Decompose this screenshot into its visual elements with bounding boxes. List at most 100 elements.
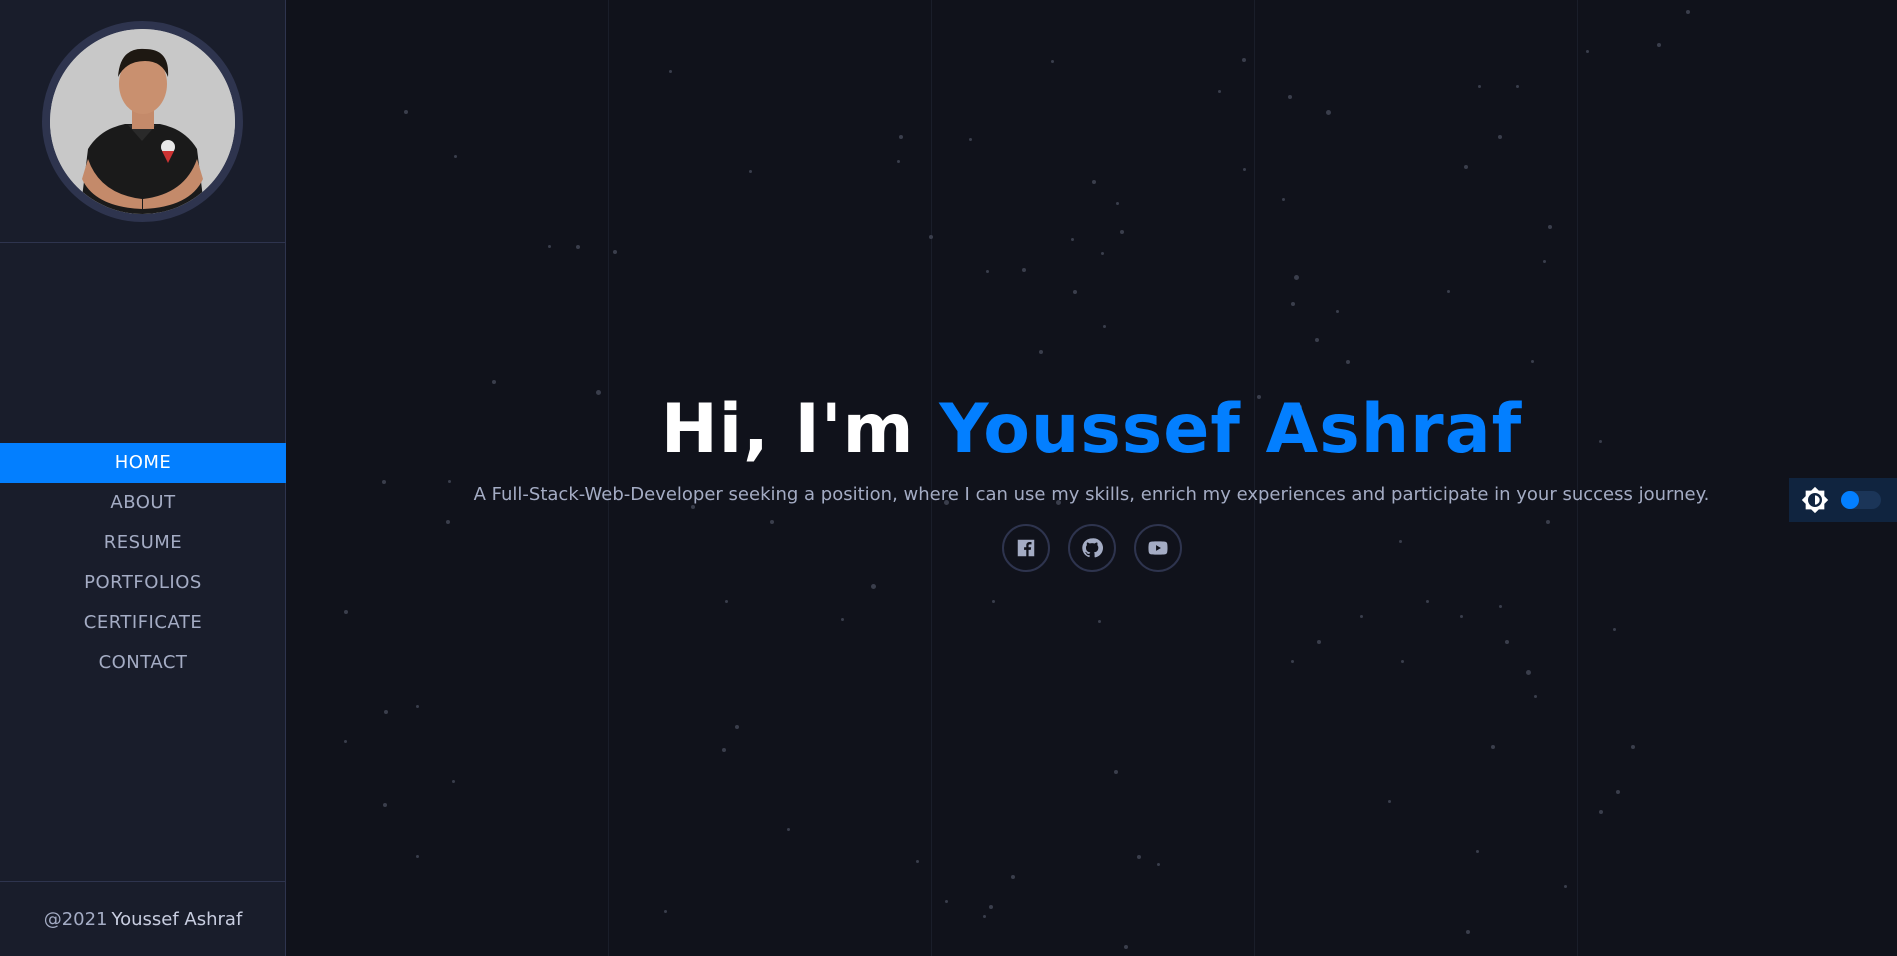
background-star [1098,620,1101,623]
background-star [1599,810,1603,814]
background-star [1548,225,1552,229]
background-star [664,910,667,913]
theme-switch-knob [1841,491,1859,509]
background-star [1466,930,1470,934]
hero-name: Youssef Ashraf [939,390,1523,469]
background-star [1531,360,1534,363]
background-star [416,855,419,858]
hero-tagline: A Full-Stack-Web-Developer seeking a pos… [473,484,1710,505]
background-star [986,270,989,273]
background-star [1586,50,1589,53]
background-star [1498,135,1502,139]
background-star [1686,10,1690,14]
background-star [1631,745,1635,749]
background-star [749,170,752,173]
youtube-link[interactable] [1133,524,1182,572]
background-star [989,905,993,909]
background-star [669,70,672,73]
facebook-icon [1017,539,1034,557]
background-star [1116,202,1119,205]
hero-section: Hi, I'm Youssef Ashraf A Full-Stack-Web-… [286,390,1897,572]
background-star [383,803,387,807]
nav-item-home[interactable]: HOME [0,443,286,483]
background-star [613,250,617,254]
background-star [1073,290,1077,294]
brightness-icon [1801,486,1829,514]
background-star [1011,875,1015,879]
background-star [492,380,496,384]
sidebar: HOME ABOUT RESUME PORTFOLIOS CERTIFICATE… [0,0,286,956]
background-star [1288,95,1292,99]
background-star [1516,85,1519,88]
avatar [42,20,243,222]
background-star [1564,885,1567,888]
background-star [1447,290,1450,293]
background-star [1294,275,1299,280]
background-star [1543,260,1546,263]
background-star [1657,43,1661,47]
background-star [1505,640,1509,644]
copyright-year: @2021 [43,908,108,930]
background-star [1092,180,1096,184]
background-star [787,828,790,831]
background-star [992,600,995,603]
background-star [1326,110,1331,115]
background-star [1460,615,1463,618]
background-star [1101,252,1104,255]
background-star [1243,168,1246,171]
background-star [1388,800,1391,803]
background-star [1336,310,1339,313]
background-star [983,915,986,918]
theme-toggle[interactable] [1789,478,1897,522]
background-star [1124,945,1128,949]
main-content: Hi, I'm Youssef Ashraf A Full-Stack-Web-… [286,0,1897,956]
background-star [404,110,408,114]
github-icon [1081,538,1103,558]
copyright-name[interactable]: Youssef Ashraf [112,909,243,930]
background-star [1401,660,1404,663]
background-star [1291,302,1295,306]
theme-switch[interactable] [1841,491,1881,509]
background-star [1315,338,1319,342]
github-link[interactable] [1067,524,1116,572]
social-links [286,524,1897,572]
nav-item-about[interactable]: ABOUT [0,483,286,523]
background-star [1114,770,1118,774]
background-star [1071,238,1074,241]
hero-greeting: Hi, I'm [660,390,940,469]
facebook-link[interactable] [1001,524,1050,572]
background-star [1103,325,1106,328]
background-star [1478,85,1481,88]
background-star [1476,850,1479,853]
background-star [1613,628,1616,631]
nav-item-certificate[interactable]: CERTIFICATE [0,603,286,643]
youtube-icon [1147,541,1168,555]
background-star [1346,360,1350,364]
background-star [871,584,876,589]
background-star [1464,165,1468,169]
background-star [1282,198,1285,201]
background-star [722,748,726,752]
background-star [344,740,347,743]
background-star [1039,350,1043,354]
background-star [1499,605,1502,608]
background-star [1317,640,1321,644]
nav-item-portfolios[interactable]: PORTFOLIOS [0,563,286,603]
background-star [1534,695,1537,698]
background-star [454,155,457,158]
background-star [969,138,972,141]
background-star [384,710,388,714]
background-star [945,900,948,903]
sidebar-footer: @2021 Youssef Ashraf [0,881,286,956]
background-star [1157,863,1160,866]
nav-item-resume[interactable]: RESUME [0,523,286,563]
background-star [1426,600,1429,603]
hero-title: Hi, I'm Youssef Ashraf [286,390,1897,470]
background-star [548,245,551,248]
background-star [1120,230,1124,234]
background-star [1051,60,1054,63]
background-star [576,245,580,249]
avatar-section [0,0,285,243]
background-star [452,780,455,783]
nav-item-contact[interactable]: CONTACT [0,643,286,683]
